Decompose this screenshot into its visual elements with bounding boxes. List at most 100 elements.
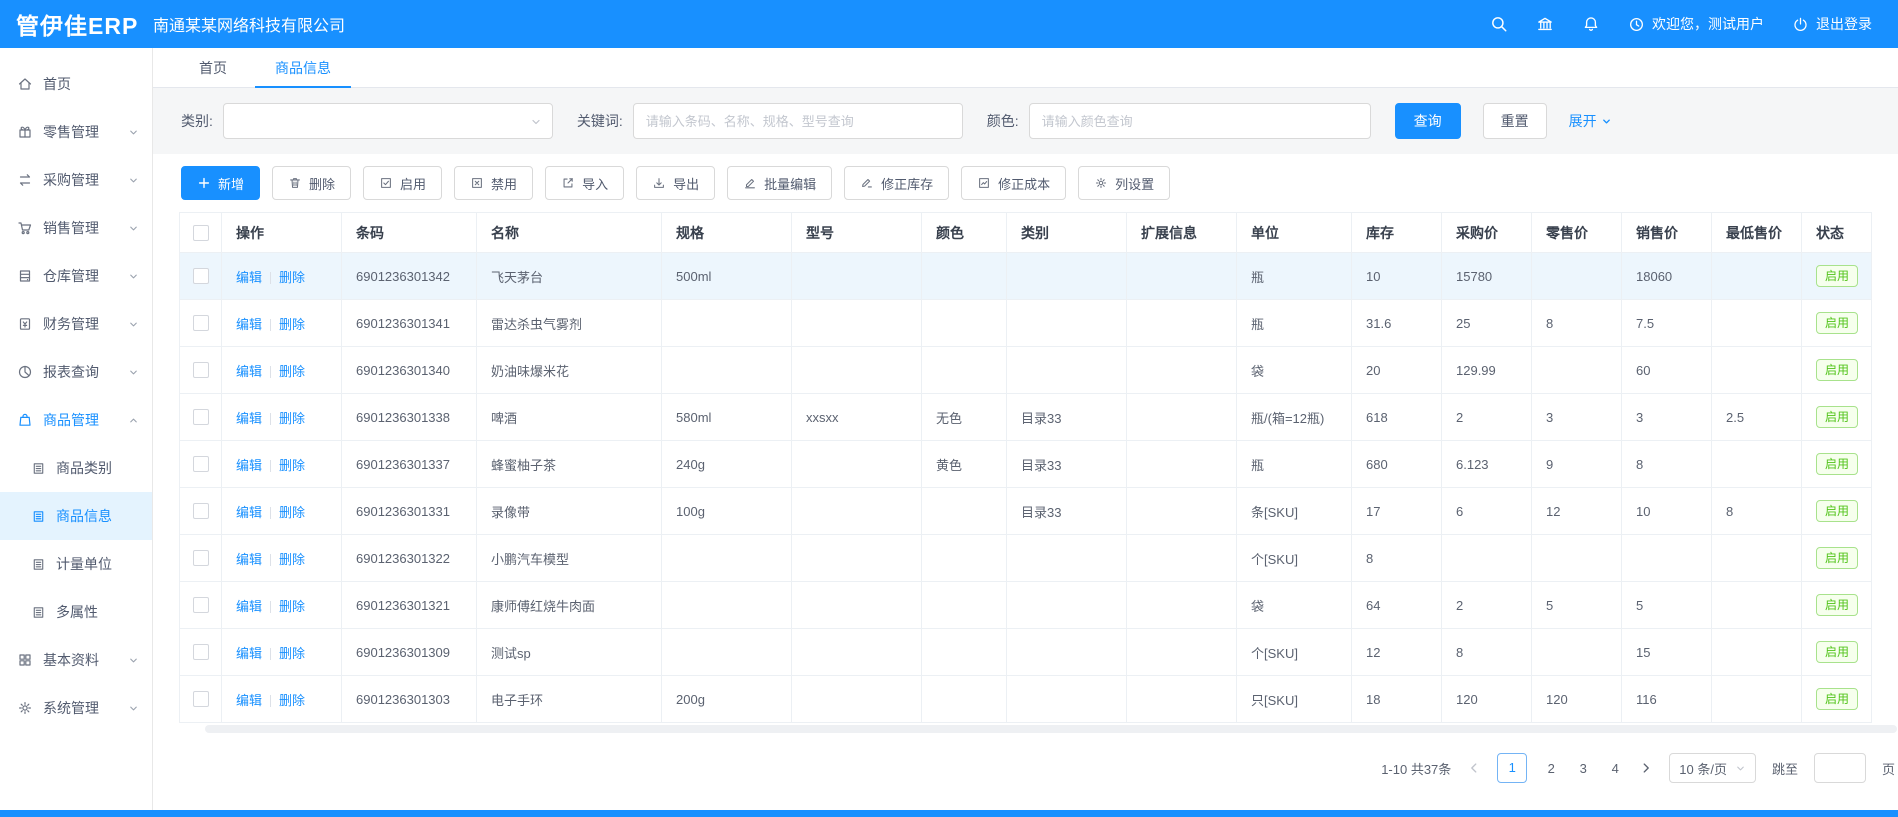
row-checkbox[interactable] xyxy=(193,315,209,331)
row-checkbox[interactable] xyxy=(193,691,209,707)
delete-link[interactable]: 删除 xyxy=(279,270,305,285)
edit-link[interactable]: 编辑 xyxy=(236,693,262,708)
chevron-down-icon xyxy=(128,367,139,378)
horizontal-scrollbar[interactable] xyxy=(205,725,1897,733)
row-checkbox[interactable] xyxy=(193,409,209,425)
sidebar-item-system[interactable]: 系统管理 xyxy=(0,684,152,732)
color-input[interactable] xyxy=(1029,103,1371,139)
search-button[interactable]: 查询 xyxy=(1395,103,1461,139)
sales-icon xyxy=(17,220,33,236)
sidebar-item-purchase[interactable]: 采购管理 xyxy=(0,156,152,204)
cell-min-price xyxy=(1712,253,1802,300)
delete-link[interactable]: 删除 xyxy=(279,693,305,708)
cell-name: 小鹏汽车模型 xyxy=(477,535,662,582)
sidebar-item-basic-data[interactable]: 基本资料 xyxy=(0,636,152,684)
keyword-label: 关键词: xyxy=(577,111,623,131)
search-icon[interactable] xyxy=(1490,15,1508,33)
edit-link[interactable]: 编辑 xyxy=(236,458,262,473)
expand-link[interactable]: 展开 xyxy=(1569,111,1612,131)
sidebar-item-multi-attribute[interactable]: 多属性 xyxy=(0,588,152,636)
row-checkbox[interactable] xyxy=(193,456,209,472)
page-button-4[interactable]: 4 xyxy=(1607,761,1623,776)
delete-link[interactable]: 删除 xyxy=(279,458,305,473)
next-page-button[interactable] xyxy=(1639,761,1653,775)
sidebar-item-product-category[interactable]: 商品类别 xyxy=(0,444,152,492)
prev-page-button[interactable] xyxy=(1467,761,1481,775)
table-row: 编辑删除 6901236301331 录像带 100g 目录33 条[SKU] … xyxy=(180,488,1872,535)
edit-link[interactable]: 编辑 xyxy=(236,646,262,661)
delete-link[interactable]: 删除 xyxy=(279,411,305,426)
chevron-down-icon xyxy=(128,175,139,186)
edit-link[interactable]: 编辑 xyxy=(236,411,262,426)
product-table: 操作 条码 名称 规格 型号 颜色 类别 扩展信息 单位 库存 采购价 零售价 xyxy=(179,212,1872,723)
delete-link[interactable]: 删除 xyxy=(279,552,305,567)
cell-stock: 18 xyxy=(1352,676,1442,723)
tab-home[interactable]: 首页 xyxy=(175,48,251,87)
row-checkbox[interactable] xyxy=(193,503,209,519)
user-welcome[interactable]: 欢迎您，测试用户 xyxy=(1628,14,1764,34)
jump-page-input[interactable] xyxy=(1814,753,1866,783)
list-icon xyxy=(31,509,46,524)
batch-edit-button[interactable]: 批量编辑 xyxy=(727,166,832,200)
delete-link[interactable]: 删除 xyxy=(279,599,305,614)
add-button[interactable]: 新增 xyxy=(181,166,260,200)
page-button-3[interactable]: 3 xyxy=(1575,761,1591,776)
sidebar-item-product-info[interactable]: 商品信息 xyxy=(0,492,152,540)
edit-link[interactable]: 编辑 xyxy=(236,270,262,285)
cell-retail-price: 120 xyxy=(1532,676,1622,723)
delete-link[interactable]: 删除 xyxy=(279,646,305,661)
bank-icon[interactable] xyxy=(1536,15,1554,33)
disable-button[interactable]: 禁用 xyxy=(454,166,533,200)
sidebar-item-sales[interactable]: 销售管理 xyxy=(0,204,152,252)
delete-link[interactable]: 删除 xyxy=(279,505,305,520)
sidebar-item-retail[interactable]: 零售管理 xyxy=(0,108,152,156)
table-body: 编辑删除 6901236301342 飞天茅台 500ml 瓶 10 15780… xyxy=(180,253,1872,723)
cell-retail-price xyxy=(1532,535,1622,582)
edit-link[interactable]: 编辑 xyxy=(236,317,262,332)
cell-sale-price: 10 xyxy=(1622,488,1712,535)
page-size-select[interactable]: 10 条/页 xyxy=(1669,753,1756,783)
page-button-1[interactable]: 1 xyxy=(1497,753,1527,783)
page-button-2[interactable]: 2 xyxy=(1543,761,1559,776)
reset-button[interactable]: 重置 xyxy=(1483,103,1547,139)
row-checkbox[interactable] xyxy=(193,550,209,566)
category-label: 类别: xyxy=(181,111,213,131)
enable-button[interactable]: 启用 xyxy=(363,166,442,200)
edit-link[interactable]: 编辑 xyxy=(236,364,262,379)
cell-model: xxsxx xyxy=(792,394,922,441)
tab-product-info[interactable]: 商品信息 xyxy=(251,48,355,87)
sidebar-item-measure-unit[interactable]: 计量单位 xyxy=(0,540,152,588)
row-checkbox[interactable] xyxy=(193,644,209,660)
col-stock: 库存 xyxy=(1352,213,1442,253)
import-button[interactable]: 导入 xyxy=(545,166,624,200)
row-checkbox[interactable] xyxy=(193,597,209,613)
cell-model xyxy=(792,300,922,347)
delete-link[interactable]: 删除 xyxy=(279,364,305,379)
column-settings-button[interactable]: 列设置 xyxy=(1078,166,1170,200)
sidebar-item-products[interactable]: 商品管理 xyxy=(0,396,152,444)
delete-button[interactable]: 删除 xyxy=(272,166,351,200)
sidebar-item-reports[interactable]: 报表查询 xyxy=(0,348,152,396)
row-checkbox[interactable] xyxy=(193,362,209,378)
edit-link[interactable]: 编辑 xyxy=(236,552,262,567)
logout-button[interactable]: 退出登录 xyxy=(1792,14,1872,34)
select-all-checkbox[interactable] xyxy=(193,225,209,241)
export-button[interactable]: 导出 xyxy=(636,166,715,200)
adjust-stock-button[interactable]: 修正库存 xyxy=(844,166,949,200)
sidebar-item-finance[interactable]: 财务管理 xyxy=(0,300,152,348)
category-select[interactable] xyxy=(223,103,553,139)
bell-icon[interactable] xyxy=(1582,15,1600,33)
cell-color xyxy=(922,488,1007,535)
cell-extended-info xyxy=(1127,582,1237,629)
cell-retail-price: 9 xyxy=(1532,441,1622,488)
sidebar-item-home[interactable]: 首页 xyxy=(0,60,152,108)
retail-icon xyxy=(17,124,33,140)
keyword-input[interactable] xyxy=(633,103,963,139)
sidebar-item-warehouse[interactable]: 仓库管理 xyxy=(0,252,152,300)
row-checkbox[interactable] xyxy=(193,268,209,284)
cell-sale-price: 15 xyxy=(1622,629,1712,676)
edit-link[interactable]: 编辑 xyxy=(236,505,262,520)
edit-link[interactable]: 编辑 xyxy=(236,599,262,614)
delete-link[interactable]: 删除 xyxy=(279,317,305,332)
adjust-cost-button[interactable]: 修正成本 xyxy=(961,166,1066,200)
